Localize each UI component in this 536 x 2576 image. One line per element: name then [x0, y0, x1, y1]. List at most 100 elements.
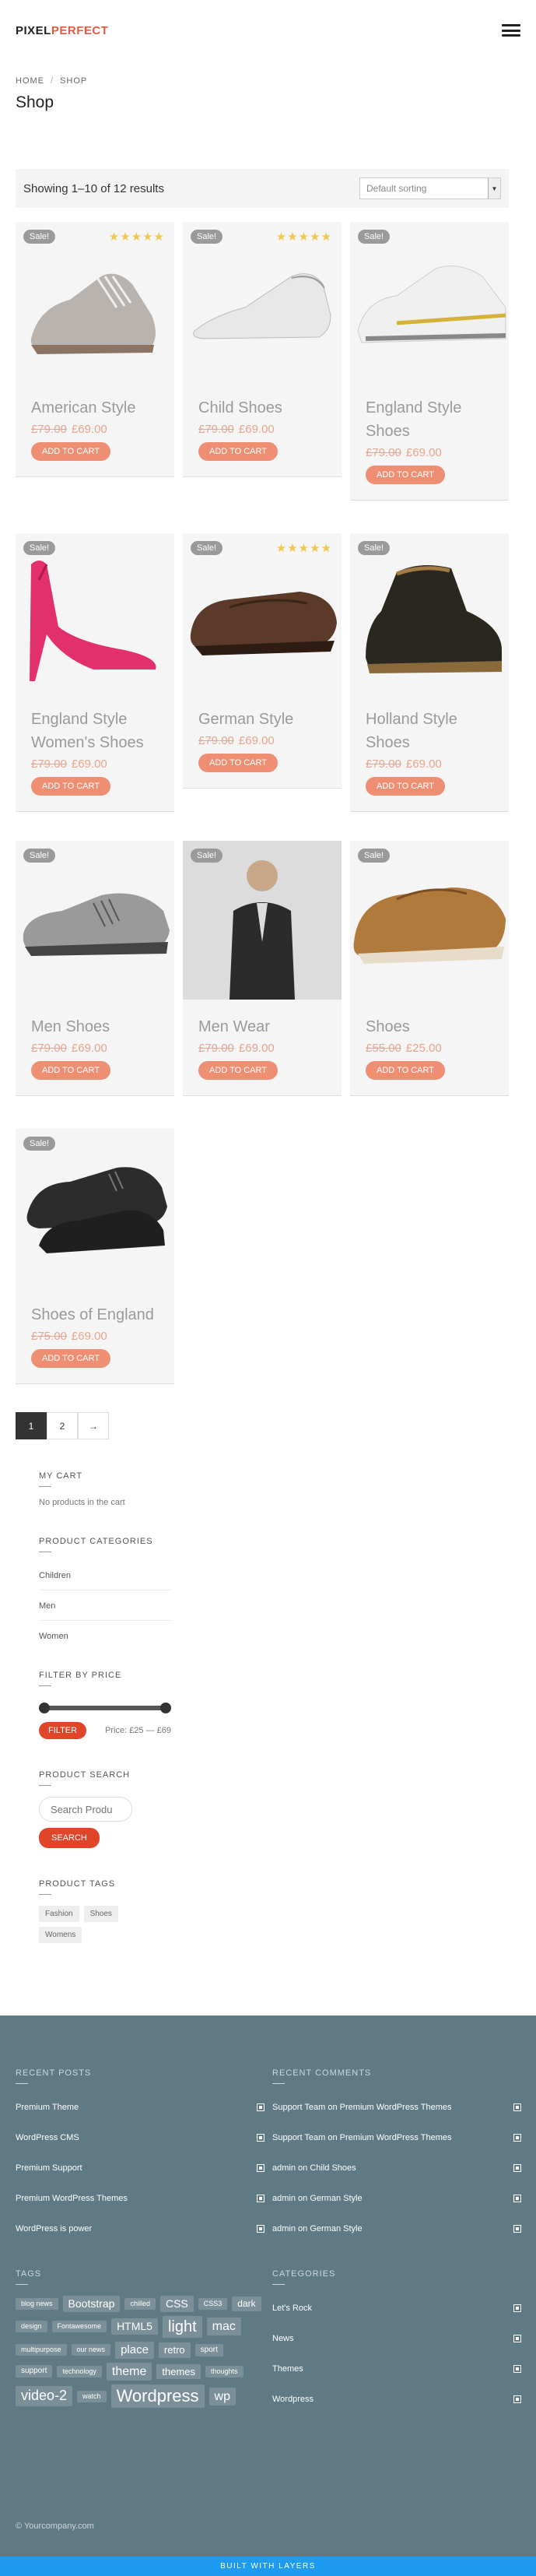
recent-comment-item[interactable]: admin on Child Shoes — [272, 2153, 521, 2183]
recent-post-link[interactable]: Premium WordPress Themes — [16, 2194, 128, 2203]
tag-cloud-item[interactable]: multipurpose — [16, 2344, 67, 2356]
footer-category-item[interactable]: News — [272, 2323, 521, 2353]
tag-cloud-item[interactable]: place — [115, 2341, 154, 2359]
recent-post-link[interactable]: WordPress is power — [16, 2224, 92, 2233]
tag-cloud-item[interactable]: retro — [158, 2342, 191, 2358]
recent-post-item[interactable]: Premium Support — [16, 2153, 264, 2183]
recent-post-item[interactable]: Premium Theme — [16, 2092, 264, 2122]
add-to-cart-button[interactable]: ADD TO CART — [366, 777, 445, 796]
tag-cloud-item[interactable]: Bootstrap — [62, 2296, 121, 2312]
product-name[interactable]: Men Wear — [198, 1015, 326, 1038]
tag-cloud-item[interactable]: HTML5 — [111, 2318, 158, 2335]
recent-post-item[interactable]: Premium WordPress Themes — [16, 2183, 264, 2213]
recent-post-link[interactable]: Premium Theme — [16, 2103, 79, 2112]
next-page-button[interactable]: → — [78, 1412, 109, 1439]
add-to-cart-button[interactable]: ADD TO CART — [31, 777, 110, 796]
product-tag[interactable]: Shoes — [83, 1906, 118, 1922]
category-link[interactable]: Women — [39, 1621, 171, 1650]
tag-cloud-item[interactable]: theme — [106, 2362, 152, 2381]
add-to-cart-button[interactable]: ADD TO CART — [366, 466, 445, 484]
product-card[interactable]: Sale! Men Wear £79.00 £69.00 ADD TO CART — [183, 841, 342, 1096]
product-card[interactable]: Sale! ★★★★★ German Style £79.00 £69.00 ADD TO… — [183, 533, 342, 789]
add-to-cart-button[interactable]: ADD TO CART — [31, 1349, 110, 1368]
tag-cloud-item[interactable]: thoughts — [205, 2365, 243, 2377]
price-slider[interactable] — [39, 1700, 171, 1716]
product-image[interactable]: Sale! — [16, 533, 174, 692]
hamburger-menu-icon[interactable] — [502, 24, 520, 37]
tag-cloud-item[interactable]: wp — [208, 2387, 236, 2406]
tag-cloud-item[interactable]: blog news — [16, 2298, 58, 2310]
product-card[interactable]: Sale! Shoes of England £75.00 £69.00 ADD TO … — [16, 1129, 174, 1384]
footer-category-item[interactable]: Let's Rock — [272, 2293, 521, 2323]
comment-post-link[interactable]: German Style — [310, 2224, 362, 2233]
recent-post-link[interactable]: Premium Support — [16, 2163, 82, 2173]
product-image[interactable]: Sale! — [183, 841, 342, 1000]
product-image[interactable]: Sale! — [16, 1129, 174, 1288]
product-image[interactable]: Sale! — [350, 533, 509, 692]
tag-cloud-item[interactable]: Fontawesome — [51, 2321, 107, 2333]
add-to-cart-button[interactable]: ADD TO CART — [31, 442, 110, 461]
product-image[interactable]: Sale! ★★★★★ — [183, 222, 342, 381]
recent-post-link[interactable]: WordPress CMS — [16, 2133, 79, 2142]
product-search-input[interactable] — [39, 1797, 132, 1822]
comment-author[interactable]: admin — [272, 2194, 296, 2203]
product-name[interactable]: England Style Women's Shoes — [31, 708, 159, 754]
product-image[interactable]: Sale! ★★★★★ — [183, 533, 342, 692]
product-card[interactable]: Sale! ★★★★★ American Style £79.00 £69.00 ADD … — [16, 222, 174, 477]
footer-category-link[interactable]: Let's Rock — [272, 2304, 312, 2313]
recent-comment-item[interactable]: admin on German Style — [272, 2213, 521, 2244]
built-with-bar[interactable]: BUILT WITH LAYERS — [0, 2557, 536, 2576]
product-name[interactable]: England Style Shoes — [366, 396, 493, 443]
footer-category-item[interactable]: Themes — [272, 2353, 521, 2384]
search-button[interactable]: SEARCH — [39, 1828, 100, 1848]
recent-comment-item[interactable]: Support Team on Premium WordPress Themes — [272, 2122, 521, 2153]
product-tag[interactable]: Womens — [39, 1927, 82, 1943]
recent-comment-item[interactable]: Support Team on Premium WordPress Themes — [272, 2092, 521, 2122]
price-slider-min-handle[interactable] — [39, 1703, 50, 1713]
product-card[interactable]: Sale! Shoes £55.00 £25.00 ADD TO CART — [350, 841, 509, 1096]
breadcrumb-home[interactable]: HOME — [16, 76, 44, 86]
product-card[interactable]: Sale! England Style Women's Shoes £79.00 £6… — [16, 533, 174, 812]
price-slider-max-handle[interactable] — [160, 1703, 171, 1713]
recent-post-item[interactable]: WordPress CMS — [16, 2122, 264, 2153]
tag-cloud-item[interactable]: sport — [194, 2343, 223, 2356]
tag-cloud-item[interactable]: design — [16, 2321, 47, 2333]
product-name[interactable]: Shoes — [366, 1015, 493, 1038]
tag-cloud-item[interactable]: our news — [71, 2344, 111, 2356]
add-to-cart-button[interactable]: ADD TO CART — [198, 1061, 278, 1080]
tag-cloud-item[interactable]: Wordpress — [110, 2384, 205, 2409]
tag-cloud-item[interactable]: watch — [77, 2390, 107, 2402]
comment-author[interactable]: Support Team — [272, 2133, 325, 2142]
product-card[interactable]: Sale! England Style Shoes £79.00 £69.00 ADD … — [350, 222, 509, 501]
footer-category-link[interactable]: Wordpress — [272, 2395, 314, 2404]
tag-cloud-item[interactable]: CSS3 — [198, 2298, 228, 2310]
product-image[interactable]: Sale! — [350, 841, 509, 1000]
recent-comment-item[interactable]: admin on German Style — [272, 2183, 521, 2213]
comment-post-link[interactable]: German Style — [310, 2194, 362, 2203]
product-card[interactable]: Sale! Men Shoes £79.00 £69.00 ADD TO CART — [16, 841, 174, 1096]
product-image[interactable]: Sale! ★★★★★ — [16, 222, 174, 381]
product-name[interactable]: German Style — [198, 708, 326, 731]
category-link[interactable]: Men — [39, 1590, 171, 1621]
tag-cloud-item[interactable]: video-2 — [16, 2386, 73, 2406]
page-2-button[interactable]: 2 — [47, 1412, 78, 1439]
product-name[interactable]: American Style — [31, 396, 159, 420]
add-to-cart-button[interactable]: ADD TO CART — [198, 442, 278, 461]
tag-cloud-item[interactable]: CSS — [159, 2296, 194, 2312]
tag-cloud-item[interactable]: light — [162, 2315, 202, 2338]
footer-category-link[interactable]: News — [272, 2334, 294, 2343]
add-to-cart-button[interactable]: ADD TO CART — [31, 1061, 110, 1080]
add-to-cart-button[interactable]: ADD TO CART — [366, 1061, 445, 1080]
product-tag[interactable]: Fashion — [39, 1906, 79, 1922]
footer-category-link[interactable]: Themes — [272, 2364, 303, 2374]
add-to-cart-button[interactable]: ADD TO CART — [198, 754, 278, 772]
comment-post-link[interactable]: Child Shoes — [310, 2163, 356, 2173]
tag-cloud-item[interactable]: mac — [206, 2318, 241, 2336]
comment-post-link[interactable]: Premium WordPress Themes — [340, 2133, 452, 2142]
site-logo[interactable]: PIXELPERFECT — [16, 24, 108, 37]
filter-button[interactable]: FILTER — [39, 1722, 87, 1739]
comment-author[interactable]: Support Team — [272, 2103, 325, 2112]
product-name[interactable]: Holland Style Shoes — [366, 708, 493, 754]
comment-author[interactable]: admin — [272, 2163, 296, 2173]
product-name[interactable]: Child Shoes — [198, 396, 326, 420]
